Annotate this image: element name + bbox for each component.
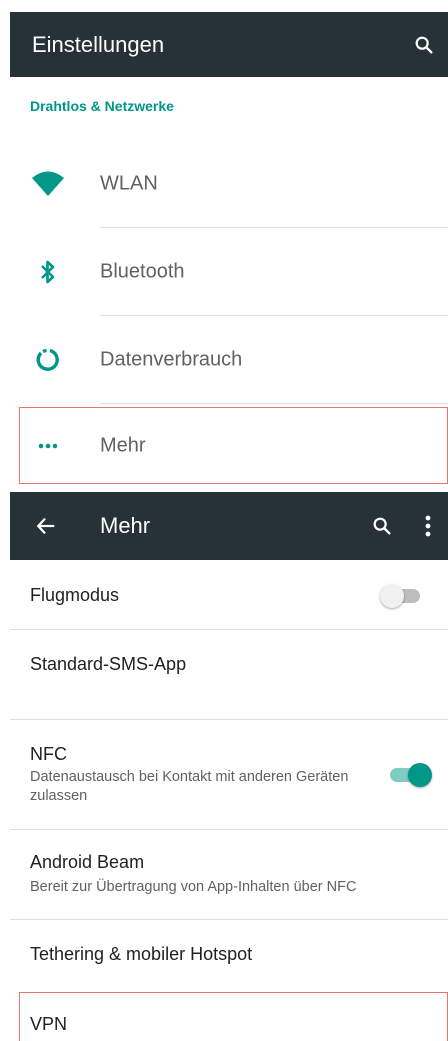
pref-title: VPN [30,1014,68,1034]
bluetooth-icon [30,254,66,290]
arrow-back-icon[interactable] [32,512,60,540]
pref-title: NFC [30,744,67,764]
settings-item-label: WLAN [100,172,158,195]
search-icon[interactable] [368,512,396,540]
settings-item-label: Datenverbrauch [100,348,243,371]
pref-title: Flugmodus [30,585,120,605]
pref-tethering-hotspot[interactable]: Tethering & mobiler Hotspot [10,920,448,992]
nfc-toggle[interactable] [390,763,432,787]
settings-item-data-usage[interactable]: Datenverbrauch [10,316,448,404]
pref-title: Android Beam [30,852,145,872]
pref-default-sms-app[interactable]: Standard-SMS-App [10,630,448,720]
pref-nfc[interactable]: NFC Datenaustausch bei Kontakt mit ander… [10,720,448,830]
divider [100,403,448,404]
settings-app-bar: Einstellungen [10,12,448,77]
page-title: Mehr [100,513,151,538]
pref-summary: Datenaustausch bei Kontakt mit anderen G… [30,769,349,804]
settings-item-label: Mehr [100,434,146,456]
more-vert-icon[interactable] [414,512,442,540]
pref-vpn[interactable]: VPN [19,992,448,1041]
toggle-thumb [408,763,432,787]
toggle-thumb [380,584,404,608]
section-header-wireless: Drahtlos & Netzwerke [30,98,174,114]
settings-item-more[interactable]: Mehr [19,407,448,484]
pref-summary: Bereit zur Übertragung von App-Inhalten … [30,879,357,895]
data-usage-icon [30,342,66,378]
pref-title: Standard-SMS-App [30,654,187,674]
pref-android-beam[interactable]: Android Beam Bereit zur Übertragung von … [10,830,448,920]
wifi-icon [30,166,66,202]
pref-airplane-mode[interactable]: Flugmodus [10,560,448,630]
settings-item-wlan[interactable]: WLAN [10,140,448,228]
more-horiz-icon [30,428,66,464]
pref-title: Tethering & mobiler Hotspot [30,944,253,964]
page-title: Einstellungen [32,31,165,57]
airplane-mode-toggle[interactable] [380,584,424,608]
more-app-bar: Mehr [10,492,448,560]
settings-item-label: Bluetooth [100,260,185,283]
settings-item-bluetooth[interactable]: Bluetooth [10,228,448,316]
search-icon[interactable] [410,31,438,59]
